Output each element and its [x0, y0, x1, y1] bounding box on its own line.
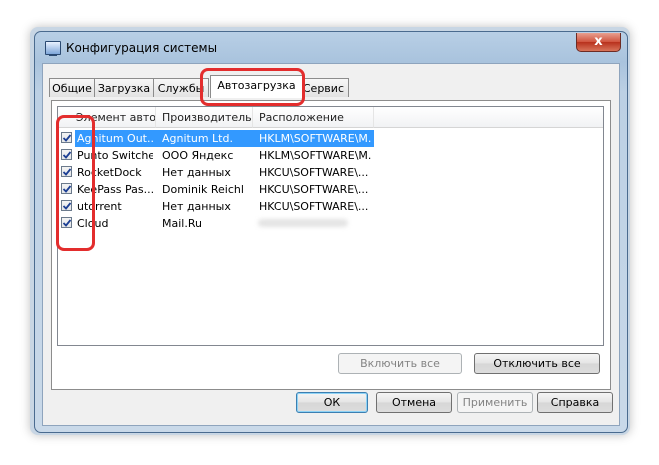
row-location: HKCU\SOFTWARE\...	[259, 200, 369, 213]
ok-button[interactable]: ОК	[296, 392, 368, 413]
window-title: Конфигурация системы	[66, 41, 218, 55]
column-header-empty	[374, 107, 603, 128]
help-button[interactable]: Справка	[537, 392, 613, 413]
row-location: HKLM\SOFTWARE\M...	[259, 132, 372, 145]
checkmark-icon	[62, 219, 72, 227]
row-manufacturer: ООО Яндекс	[162, 149, 234, 162]
tab-boot[interactable]: Загрузка	[94, 78, 154, 97]
cancel-button[interactable]: Отмена	[376, 392, 452, 413]
system-config-window: Конфигурация системы x Общие Загрузка Сл…	[34, 31, 628, 433]
table-row[interactable]: RocketDock Нет данных HKCU\SOFTWARE\...	[58, 164, 603, 181]
row-item-name: KeePass Pas...	[77, 183, 153, 196]
checkmark-icon	[62, 168, 72, 176]
tab-general[interactable]: Общие	[49, 78, 95, 97]
row-manufacturer: Нет данных	[162, 166, 231, 179]
startup-checkbox[interactable]	[61, 149, 72, 160]
startup-checkbox[interactable]	[61, 200, 72, 211]
startup-tab-panel: Элемент авто... Производитель Расположен…	[51, 100, 611, 390]
row-manufacturer: Agnitum Ltd.	[162, 132, 233, 145]
tab-startup[interactable]: Автозагрузка	[210, 75, 303, 98]
row-location: HKLM\SOFTWARE\M...	[259, 149, 372, 162]
row-item-name: Cloud	[77, 217, 109, 230]
column-header-item[interactable]: Элемент авто...	[58, 107, 156, 128]
apply-button[interactable]: Применить	[457, 392, 533, 413]
row-manufacturer: Нет данных	[162, 200, 231, 213]
msconfig-icon	[45, 41, 61, 56]
row-item-name: RocketDock	[77, 166, 142, 179]
table-row[interactable]: Cloud Mail.Ru	[58, 215, 603, 232]
column-header-location[interactable]: Расположение	[253, 107, 374, 128]
checkmark-icon	[62, 151, 72, 159]
table-row[interactable]: utorrent Нет данных HKCU\SOFTWARE\...	[58, 198, 603, 215]
table-row[interactable]: Agnitum Out... Agnitum Ltd. HKLM\SOFTWAR…	[58, 130, 603, 147]
startup-checkbox[interactable]	[61, 217, 72, 228]
startup-checkbox[interactable]	[61, 183, 72, 194]
row-location: HKCU\SOFTWARE\...	[259, 166, 369, 179]
table-row[interactable]: Punto Switcher ООО Яндекс HKLM\SOFTWARE\…	[58, 147, 603, 164]
row-location: HKCU\SOFTWARE\...	[259, 183, 369, 196]
row-item-name: utorrent	[77, 200, 122, 213]
titlebar[interactable]: Конфигурация системы x	[35, 32, 627, 62]
startup-list[interactable]: Элемент авто... Производитель Расположен…	[57, 106, 604, 346]
row-item-name: Agnitum Out...	[77, 132, 153, 145]
enable-all-button[interactable]: Включить все	[338, 353, 462, 374]
row-item-name: Punto Switcher	[77, 149, 153, 162]
checkmark-icon	[62, 185, 72, 193]
redacted-location	[258, 219, 348, 227]
startup-checkbox[interactable]	[61, 132, 72, 143]
startup-checkbox[interactable]	[61, 166, 72, 177]
dialog-client: Общие Загрузка Службы Сервис Автозагрузк…	[42, 63, 620, 426]
row-manufacturer: Mail.Ru	[162, 217, 202, 230]
close-button[interactable]: x	[576, 33, 621, 52]
checkmark-icon	[62, 202, 72, 210]
column-header-manufacturer[interactable]: Производитель	[156, 107, 253, 128]
checkmark-icon	[62, 134, 72, 142]
table-row[interactable]: KeePass Pas... Dominik Reichl HKCU\SOFTW…	[58, 181, 603, 198]
tab-services[interactable]: Службы	[153, 78, 209, 97]
disable-all-button[interactable]: Отключить все	[474, 353, 600, 374]
row-manufacturer: Dominik Reichl	[162, 183, 244, 196]
